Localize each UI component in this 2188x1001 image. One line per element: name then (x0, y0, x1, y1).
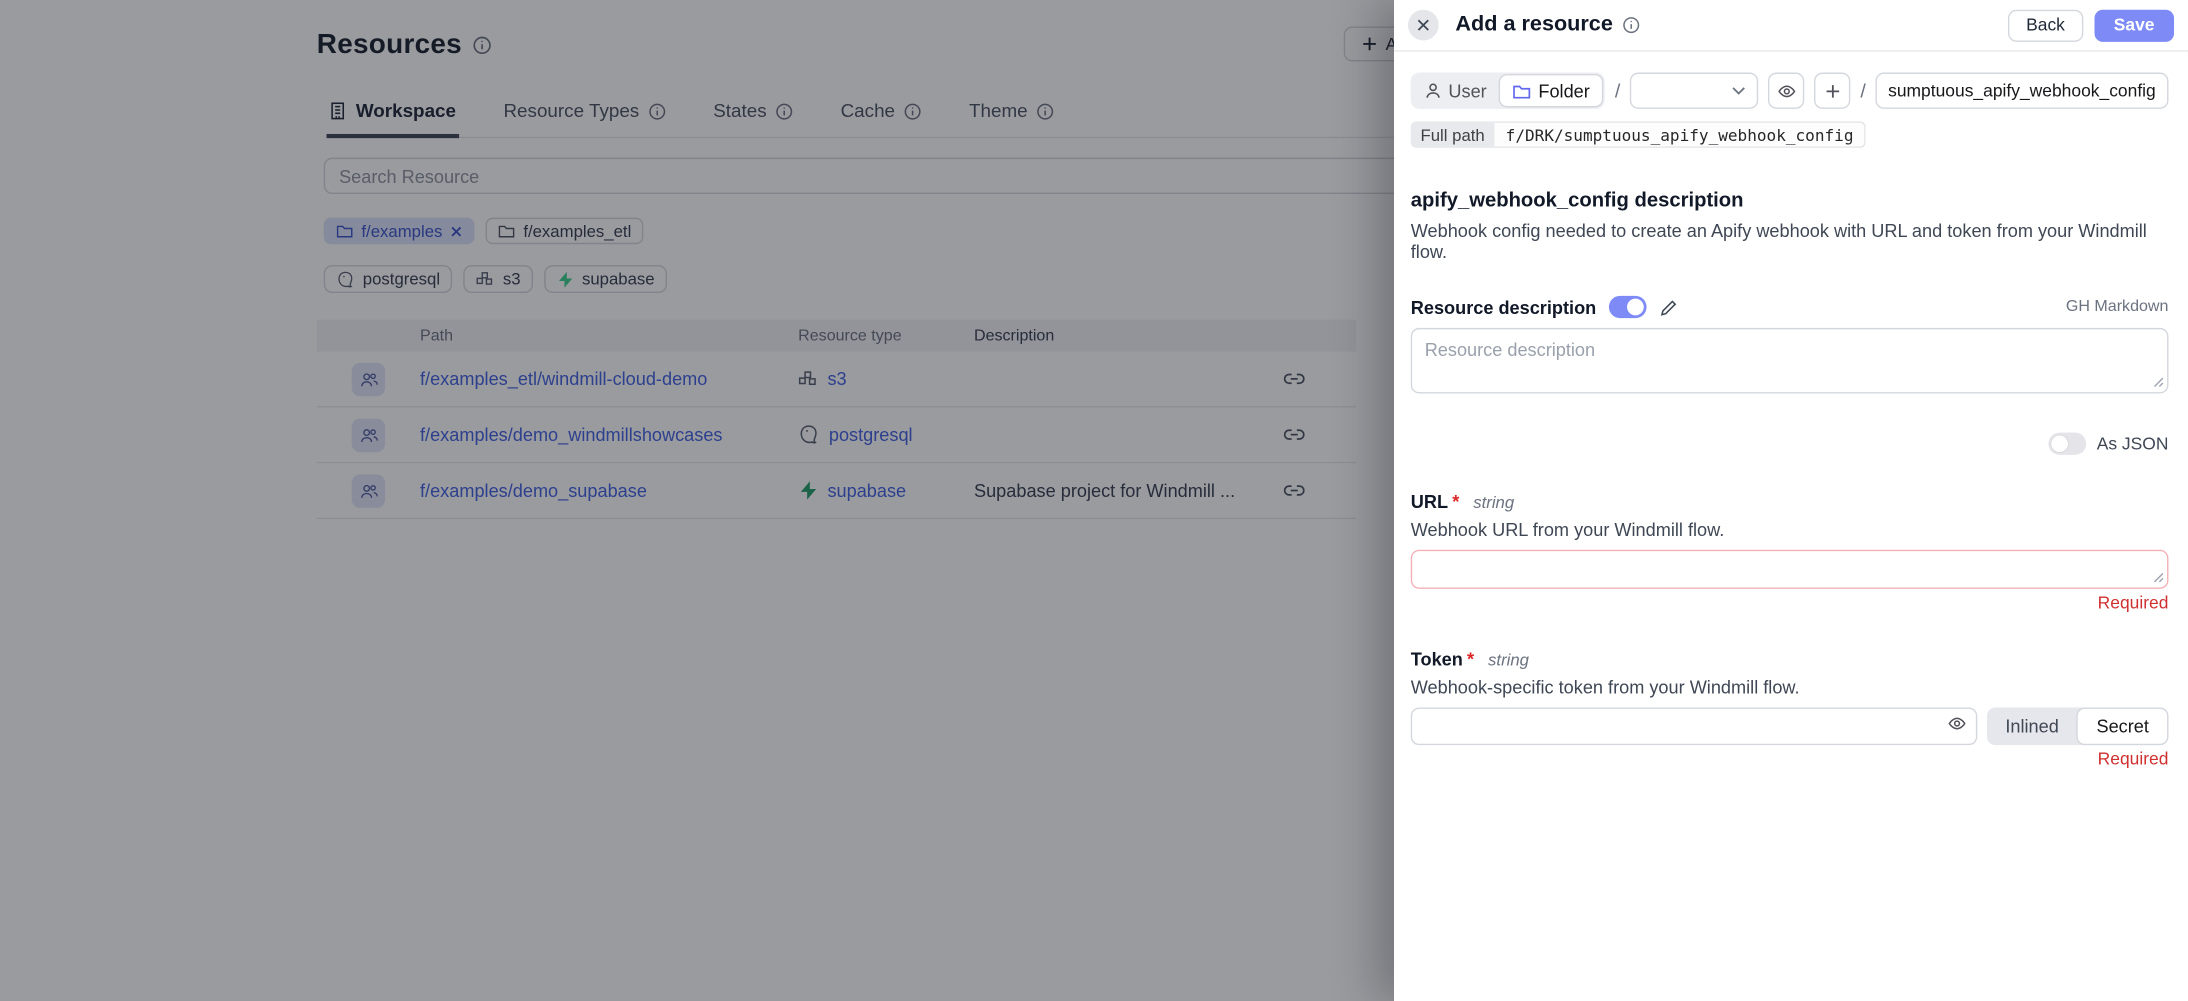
field-type: string (1488, 650, 1529, 670)
field-name: URL (1411, 491, 1448, 512)
screen: Resources Add resource Workspace Resourc… (0, 0, 2188, 1001)
info-icon[interactable] (1623, 17, 1640, 34)
back-button[interactable]: Back (2008, 9, 2083, 41)
pencil-icon[interactable] (1659, 298, 1677, 316)
path-builder: User Folder / / (1411, 73, 2169, 109)
chevron-down-icon (1732, 87, 1746, 95)
field-help: Webhook URL from your Windmill flow. (1411, 519, 2169, 540)
schema-title: apify_webhook_config description (1411, 190, 2169, 212)
token-mode-inlined[interactable]: Inlined (1987, 707, 2077, 745)
as-json-toggle[interactable] (2048, 433, 2086, 455)
description-label-row: Resource description GH Markdown (1411, 296, 2169, 318)
owner-user-segment[interactable]: User (1412, 74, 1499, 107)
resource-description-textarea[interactable] (1411, 328, 2169, 394)
drawer-header: Add a resource Back Save (1394, 0, 2188, 52)
full-path-label: Full path (1411, 121, 1495, 148)
folder-icon (1513, 83, 1531, 98)
required-error: Required (1411, 749, 2169, 769)
url-input[interactable] (1411, 550, 2169, 589)
folder-select[interactable] (1630, 73, 1758, 109)
save-button[interactable]: Save (2094, 9, 2174, 41)
required-asterisk: * (1452, 491, 1459, 512)
owner-kind-segmented: User Folder (1411, 73, 1605, 109)
eye-icon (1777, 83, 1795, 98)
as-json-row: As JSON (1411, 433, 2169, 455)
path-separator: / (1615, 80, 1620, 102)
owner-folder-segment[interactable]: Folder (1499, 74, 1603, 107)
full-path-value: f/DRK/sumptuous_apify_webhook_config (1495, 121, 1867, 148)
token-mode-secret[interactable]: Secret (2077, 707, 2169, 745)
full-path: Full path f/DRK/sumptuous_apify_webhook_… (1411, 121, 2169, 148)
field-name: Token (1411, 649, 1463, 670)
required-error: Required (1411, 593, 2169, 613)
add-resource-drawer: Add a resource Back Save User Folder (1394, 0, 2188, 1001)
view-folder-button[interactable] (1768, 73, 1804, 109)
path-separator: / (1860, 80, 1865, 102)
drawer-body: User Folder / / (1394, 52, 2188, 769)
close-icon[interactable] (1408, 10, 1439, 41)
resource-name-input[interactable] (1876, 73, 2169, 109)
schema-description: Webhook config needed to create an Apify… (1411, 220, 2169, 262)
add-folder-button[interactable] (1814, 73, 1850, 109)
required-asterisk: * (1467, 649, 1474, 670)
drawer-title: Add a resource (1455, 13, 1612, 38)
markdown-hint: GH Markdown (2066, 299, 2169, 316)
token-mode-segmented: Inlined Secret (1987, 707, 2168, 745)
as-json-label: As JSON (2097, 434, 2169, 454)
field-token: Token * string Webhook-specific token fr… (1411, 649, 2169, 769)
plus-icon (1825, 83, 1840, 98)
user-icon (1425, 82, 1442, 99)
field-help: Webhook-specific token from your Windmil… (1411, 677, 2169, 698)
token-input[interactable] (1411, 707, 1978, 745)
description-toggle[interactable] (1609, 296, 1647, 318)
eye-icon[interactable] (1948, 716, 1966, 731)
field-url: URL * string Webhook URL from your Windm… (1411, 491, 2169, 612)
field-type: string (1473, 493, 1514, 513)
description-label: Resource description (1411, 297, 1597, 318)
